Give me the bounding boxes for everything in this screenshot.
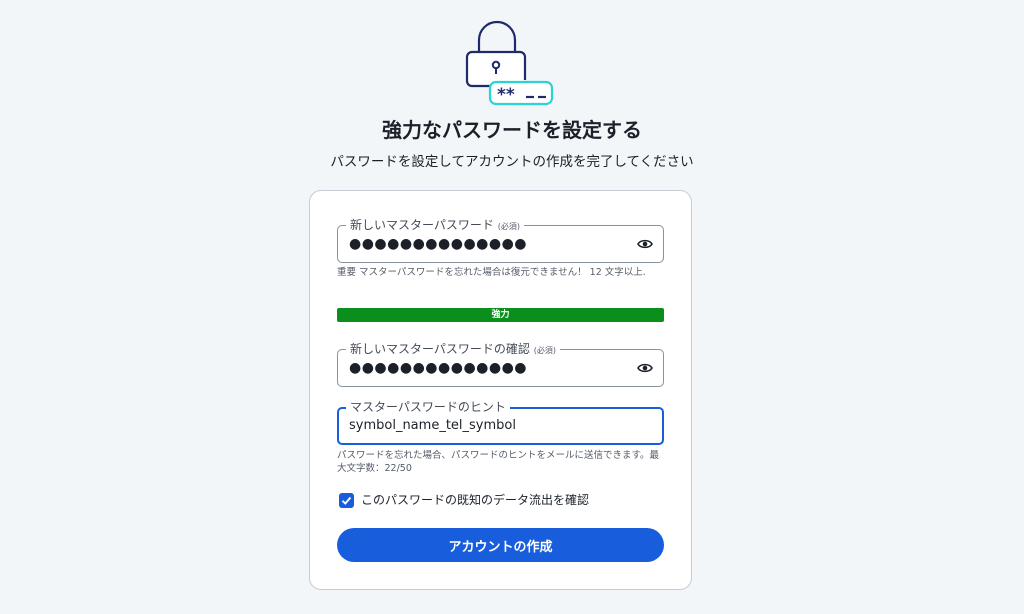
svg-text:**: ** <box>497 85 515 105</box>
confirm-password-label: 新しいマスターパスワードの確認 (必須) <box>346 341 560 359</box>
password-form-card: 新しいマスターパスワード (必須) ●●●●●●●●●●●●●● 重要 マスター… <box>309 190 692 590</box>
required-marker: (必須) <box>533 346 556 355</box>
password-hint-input[interactable]: symbol_name_tel_symbol <box>349 418 516 434</box>
check-icon <box>341 496 352 505</box>
password-hint-field[interactable]: マスターパスワードのヒント symbol_name_tel_symbol <box>337 399 664 445</box>
confirm-password-value: ●●●●●●●●●●●●●● <box>349 360 528 376</box>
new-password-field[interactable]: 新しいマスターパスワード (必須) ●●●●●●●●●●●●●● <box>337 217 664 263</box>
page-subtitle: パスワードを設定してアカウントの作成を完了してください <box>330 154 694 170</box>
password-hint-help: パスワードを忘れた場合、パスワードのヒントをメールに送信できます。最大文字数：2… <box>337 450 660 474</box>
new-password-label: 新しいマスターパスワード (必須) <box>346 217 524 235</box>
breach-check-label: このパスワードの既知のデータ流出を確認 <box>361 493 590 507</box>
confirm-password-field[interactable]: 新しいマスターパスワードの確認 (必須) ●●●●●●●●●●●●●● <box>337 341 664 387</box>
new-password-value: ●●●●●●●●●●●●●● <box>349 236 528 252</box>
eye-icon[interactable] <box>637 361 653 375</box>
page: ** 強力なパスワードを設定する パスワードを設定してアカウントの作成を完了して… <box>0 0 1024 614</box>
new-password-hint: 重要 マスターパスワードを忘れた場合は復元できません！ 12 文字以上. <box>337 267 646 278</box>
breach-check-checkbox[interactable] <box>339 493 354 508</box>
page-title: 強力なパスワードを設定する <box>382 118 642 142</box>
password-hint-label: マスターパスワードのヒント <box>346 399 510 415</box>
password-strength-bar: 強力 <box>337 308 664 322</box>
required-marker: (必須) <box>497 222 520 231</box>
lock-icon: ** <box>465 20 554 106</box>
create-account-button[interactable]: アカウントの作成 <box>337 528 664 562</box>
eye-icon[interactable] <box>637 237 653 251</box>
